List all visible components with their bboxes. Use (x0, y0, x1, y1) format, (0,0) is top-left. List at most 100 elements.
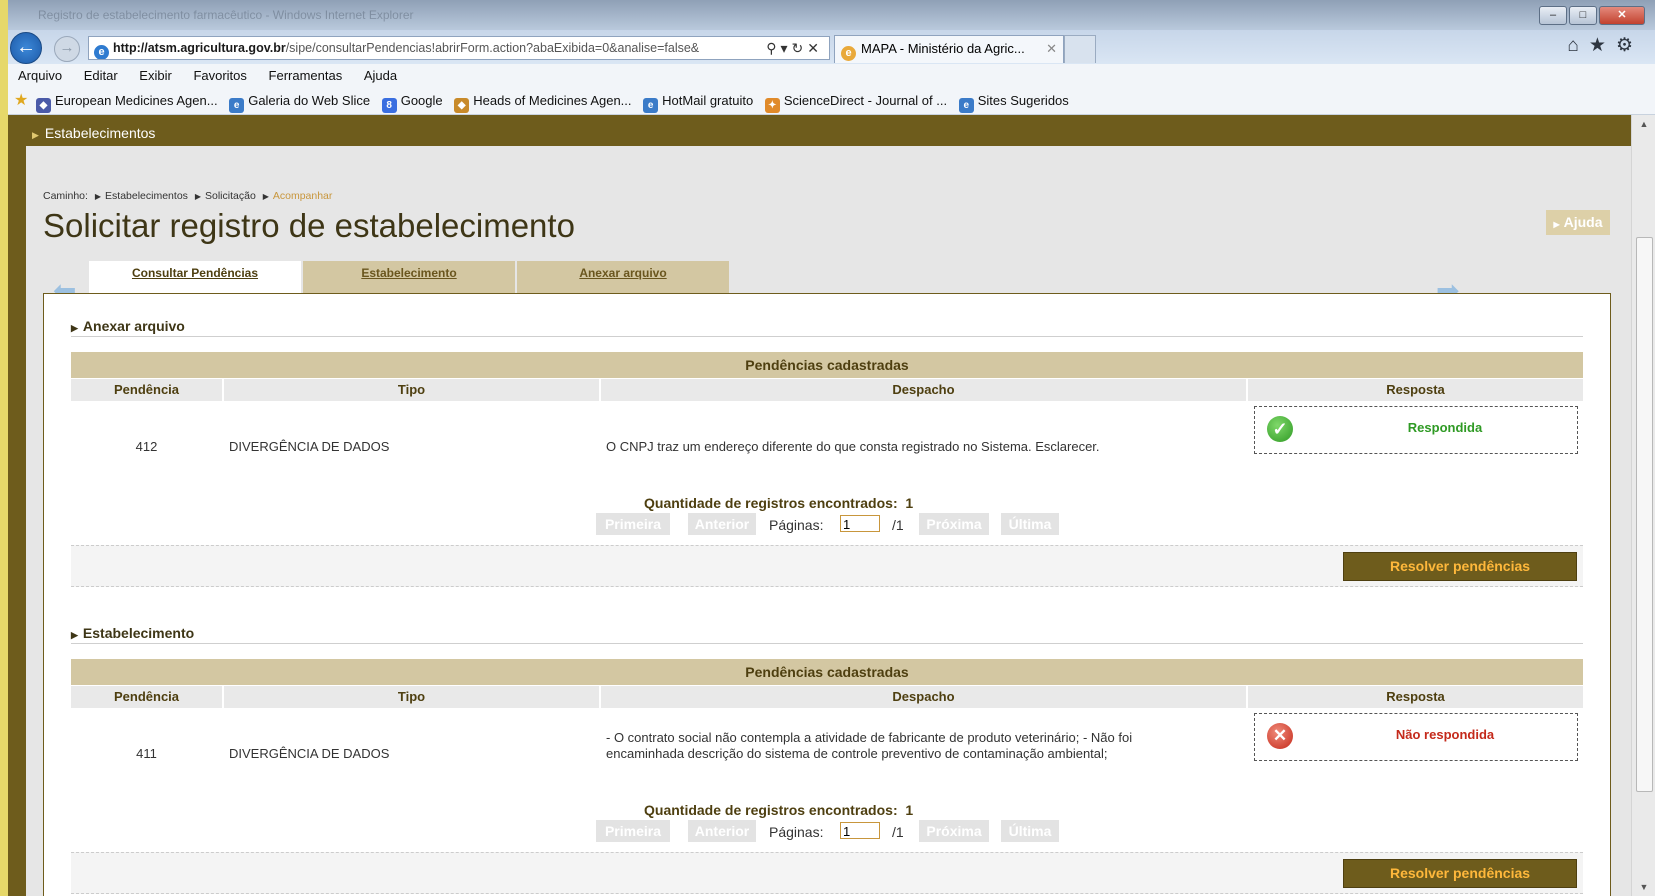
ie-icon: e (229, 98, 245, 113)
scroll-up-icon[interactable]: ▲ (1632, 115, 1655, 133)
favorite-link[interactable]: ✦ ScienceDirect - Journal of ... (764, 88, 947, 114)
gear-icon[interactable]: ⚙ (1616, 35, 1643, 56)
page-input[interactable]: 1 (840, 515, 880, 532)
menu-ajuda[interactable]: Ajuda (364, 64, 397, 88)
record-count: Quantidade de registros encontrados: 1 (644, 802, 914, 818)
menu-favoritos[interactable]: Favoritos (193, 64, 246, 88)
breadcrumb-caret-icon: ▶ (194, 192, 201, 201)
page-title: Solicitar registro de estabelecimento (43, 207, 575, 244)
column-header: Resposta (1248, 379, 1583, 401)
page-input[interactable]: 1 (840, 822, 880, 839)
column-header: Despacho (601, 686, 1246, 708)
tab-title: MAPA - Ministério da Agric... (861, 41, 1025, 56)
favorite-link[interactable]: ◆ Heads of Medicines Agen... (454, 88, 632, 114)
resposta-cell[interactable]: ✕ Não respondida (1254, 713, 1578, 761)
next-page-button[interactable]: Próxima (919, 513, 989, 535)
forward-arrow-icon: → (59, 39, 75, 56)
first-page-button[interactable]: Primeira (596, 513, 670, 535)
next-page-button[interactable]: Próxima (919, 820, 989, 842)
tab-anexar-arquivo[interactable]: Anexar arquivo (517, 261, 729, 293)
ema-icon: ◆ (35, 98, 51, 113)
check-icon: ✓ (1267, 416, 1293, 442)
column-header: Tipo (224, 379, 599, 401)
window-title: Registro de estabelecimento farmacêutico… (38, 8, 414, 22)
favorite-link[interactable]: e HotMail gratuito (643, 88, 753, 114)
resposta-status: Respondida (1407, 420, 1483, 435)
grid-title: Pendências cadastradas (71, 659, 1583, 685)
browser-tab[interactable]: e MAPA - Ministério da Agric... ✕ (834, 35, 1064, 63)
back-arrow-icon: ← (16, 36, 36, 58)
resolver-pendencias-button[interactable]: Resolver pendências (1343, 552, 1577, 581)
despacho-line: - O contrato social não contempla a ativ… (606, 730, 1133, 745)
scroll-down-icon[interactable]: ▼ (1632, 878, 1655, 896)
last-page-button[interactable]: Última (1001, 820, 1059, 842)
column-header: Resposta (1248, 686, 1583, 708)
close-window-button[interactable]: ✕ (1599, 6, 1645, 25)
resposta-status: Não respondida (1395, 727, 1495, 742)
column-header: Pendência (71, 686, 222, 708)
google-icon: 8 (381, 98, 397, 113)
menu-ferramentas[interactable]: Ferramentas (269, 64, 343, 88)
help-button[interactable]: ▶ Ajuda (1546, 210, 1610, 235)
menu-arquivo[interactable]: Arquivo (18, 64, 62, 88)
back-button[interactable]: ← (10, 32, 42, 64)
column-header: Pendência (71, 379, 222, 401)
ie-icon: e (643, 98, 659, 113)
menu-editar[interactable]: Editar (84, 64, 118, 88)
despacho-line: encaminhada descrição do sistema de cont… (606, 746, 1108, 761)
last-page-button[interactable]: Última (1001, 513, 1059, 535)
favorite-link[interactable]: e Galeria do Web Slice (229, 88, 370, 114)
breadcrumb-caret-icon: ▶ (94, 192, 102, 201)
error-x-icon: ✕ (1267, 723, 1293, 749)
menu-exibir[interactable]: Exibir (139, 64, 172, 88)
page-viewport: ▶ Estabelecimentos Caminho: ▶ Estabelecime… (8, 115, 1631, 896)
rss-icon: ✦ (764, 98, 780, 113)
tipo-cell: DIVERGÊNCIA DE DADOS (229, 746, 390, 761)
url-path: /sipe/consultarPendencias!abrirForm.acti… (285, 41, 700, 55)
tab-favicon-icon: e (841, 46, 856, 61)
favorite-link[interactable]: ◆ European Medicines Agen... (35, 88, 218, 114)
tipo-cell: DIVERGÊNCIA DE DADOS (229, 439, 390, 454)
tab-close-icon[interactable]: ✕ (1046, 36, 1057, 62)
stop-icon[interactable]: ✕ (807, 40, 823, 56)
page-border (8, 115, 26, 896)
caret-right-icon: ▶ (1553, 220, 1560, 229)
refresh-icon[interactable]: ↻ (792, 40, 808, 56)
first-page-button[interactable]: Primeira (596, 820, 670, 842)
divider (71, 643, 1583, 644)
scroll-thumb[interactable] (1636, 237, 1653, 792)
vertical-scrollbar[interactable]: ▲ ▼ (1631, 115, 1655, 896)
breadcrumb-link[interactable]: Estabelecimentos (105, 190, 188, 202)
tab-estabelecimento[interactable]: Estabelecimento (303, 261, 515, 293)
maximize-button[interactable]: □ (1569, 6, 1597, 25)
browser-window: Registro de estabelecimento farmacêutico… (8, 0, 1655, 896)
tab-consultar-pendencias[interactable]: Consultar Pendências (89, 261, 301, 294)
breadcrumb-link[interactable]: Solicitação (205, 190, 256, 202)
prev-page-button[interactable]: Anterior (688, 513, 756, 535)
home-icon[interactable]: ⌂ (1567, 35, 1588, 56)
despacho-cell: - O contrato social não contempla a ativ… (606, 730, 1132, 762)
forward-button[interactable]: → (54, 36, 80, 62)
menu-bar: Arquivo Editar Exibir Favoritos Ferramen… (8, 64, 1655, 88)
favorite-link[interactable]: 8 Google (381, 88, 443, 114)
section-banner[interactable]: ▶ Estabelecimentos (26, 115, 1631, 146)
address-bar[interactable]: e http://atsm.agricultura.gov.br/sipe/con… (88, 36, 830, 60)
favorites-star-icon[interactable]: ★ (1589, 35, 1616, 56)
title-bar: Registro de estabelecimento farmacêutico… (8, 0, 1655, 30)
minimize-button[interactable]: – (1539, 6, 1567, 25)
resolver-pendencias-button[interactable]: Resolver pendências (1343, 859, 1577, 888)
favorite-link[interactable]: e Sites Sugeridos (958, 88, 1069, 114)
new-tab-button[interactable] (1064, 35, 1096, 63)
resposta-cell[interactable]: ✓ Respondida (1254, 406, 1578, 454)
tab-content: ▶ Anexar arquivo Pendências cadastradas P… (43, 293, 1611, 896)
section-title: ▶ Estabelecimento (71, 625, 195, 641)
dropdown-icon[interactable]: ▾ (781, 40, 792, 56)
favorites-add-icon[interactable]: ★ (14, 88, 28, 114)
prev-page-button[interactable]: Anterior (688, 820, 756, 842)
favorites-bar: ★ ◆ European Medicines Agen... e Galeria d… (8, 88, 1655, 115)
pendencia-cell: 411 (136, 746, 157, 761)
search-icon[interactable]: ⚲ (766, 40, 780, 56)
column-header: Despacho (601, 379, 1246, 401)
address-controls: ⚲▾↻✕ (762, 37, 823, 59)
ie-icon: e (958, 98, 974, 113)
